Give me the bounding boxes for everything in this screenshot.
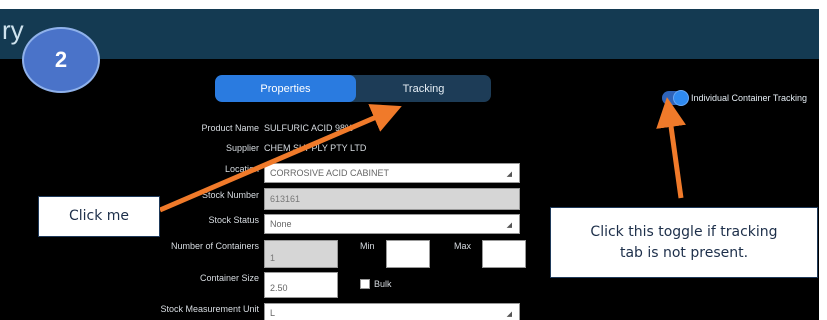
- product-name-value: SULFURIC ACID 98%: [264, 123, 354, 133]
- min-input[interactable]: [386, 240, 430, 268]
- title-bar: ry: [0, 9, 819, 59]
- min-label: Min: [360, 241, 375, 251]
- max-input[interactable]: [482, 240, 526, 268]
- product-name-label: Product Name: [201, 123, 259, 133]
- container-size-label: Container Size: [199, 273, 259, 283]
- stock-number-value: 613161: [270, 194, 301, 204]
- supplier-label: Supplier: [225, 143, 259, 153]
- max-label: Max: [454, 241, 472, 251]
- container-size-value: 2.50: [270, 283, 288, 293]
- tab-properties[interactable]: Properties: [215, 75, 356, 102]
- measurement-unit-value: L: [270, 308, 276, 318]
- tab-tracking[interactable]: Tracking: [356, 75, 491, 102]
- stock-number-label: Stock Number: [201, 190, 259, 200]
- supplier-value: CHEM SUPPLY PTY LTD: [264, 143, 367, 153]
- step-number-badge: 2: [22, 27, 100, 93]
- location-value: CORROSIVE ACID CABINET: [270, 168, 390, 178]
- dropdown-caret-icon: ◢: [506, 311, 512, 318]
- measurement-unit-select[interactable]: L ◢: [264, 303, 520, 320]
- stock-number-field: 613161: [264, 188, 520, 210]
- bulk-label: Bulk: [374, 279, 392, 289]
- click-me-callout: Click me: [38, 196, 160, 237]
- stock-status-select[interactable]: None ◢: [264, 214, 520, 234]
- tab-bar: Properties Tracking: [215, 75, 491, 102]
- page-title-fragment: ry: [2, 15, 24, 45]
- container-size-input[interactable]: 2.50: [264, 272, 338, 298]
- toggle-knob: [673, 90, 689, 106]
- containers-value: 1: [270, 253, 276, 263]
- measurement-unit-label: Stock Measurement Unit: [160, 304, 259, 314]
- individual-tracking-toggle[interactable]: [662, 90, 689, 106]
- stock-status-label: Stock Status: [208, 215, 259, 225]
- toggle-hint-callout: Click this toggle if tracking tab is not…: [550, 207, 818, 278]
- stock-status-value: None: [270, 219, 292, 229]
- bulk-checkbox[interactable]: [360, 279, 370, 289]
- toggle-label: Individual Container Tracking: [691, 93, 808, 103]
- location-label: Location: [224, 164, 259, 174]
- containers-label: Number of Containers: [170, 241, 259, 251]
- location-select[interactable]: CORROSIVE ACID CABINET ◢: [264, 163, 520, 183]
- containers-field: 1: [264, 240, 338, 268]
- dropdown-caret-icon: ◢: [506, 171, 512, 178]
- dropdown-caret-icon: ◢: [506, 222, 512, 229]
